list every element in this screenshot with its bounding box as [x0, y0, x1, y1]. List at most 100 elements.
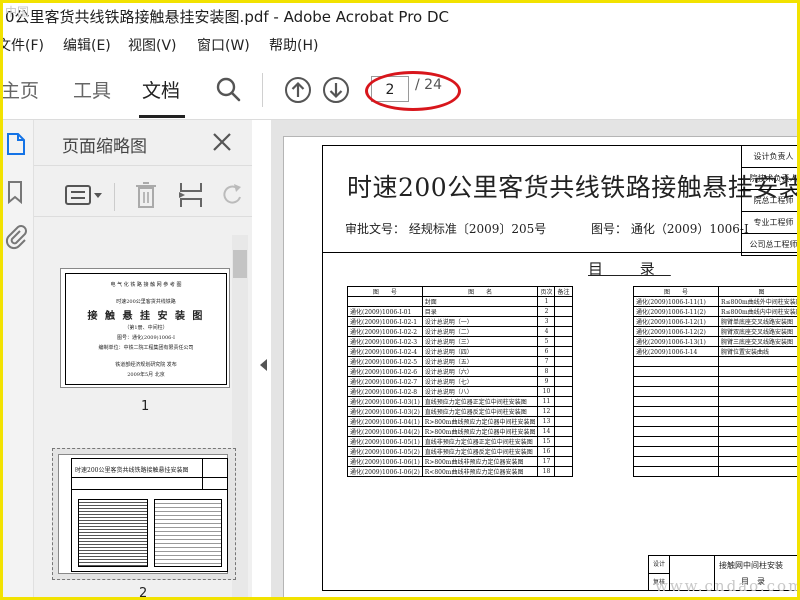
thumb1-line: 电 气 化 铁 路 接 触 网 参 考 图 — [110, 282, 182, 288]
table-cell: 通化(2009)1006-Ⅰ-02-8 — [347, 386, 423, 397]
table-cell: 腕臂三底座交叉线路安装图 — [718, 336, 797, 347]
doc-title: 时速200公里客货共线铁路接触悬挂安装图 — [347, 173, 800, 202]
watermark-left: 中国 — [5, 5, 30, 19]
table-row: 通化(2009)1006-Ⅰ-05(2) 直线非预应力定位器反定位中间柱安装图 16 — [347, 446, 573, 457]
table-cell — [718, 446, 797, 457]
table-cell — [554, 306, 573, 317]
window-title: 0公里客货共线铁路接触悬挂安装图.pdf - Adobe Acrobat Pro… — [5, 8, 450, 26]
table-cell: 通化(2009)1006-Ⅰ-02-5 — [347, 356, 423, 367]
table-cell: 通化(2009)1006-Ⅰ-12(1) — [632, 316, 720, 327]
table-row: 通化(2009)1006-Ⅰ-02-2 设计总说明（二） 4 — [347, 326, 573, 337]
title-block-title: 接触网中间柱安装 — [719, 561, 783, 570]
table-cell: 通化(2009)1006-Ⅰ-01 — [347, 306, 423, 317]
doc-approval-number: 审批文号： 经规标准〔2009〕205号 — [345, 222, 547, 236]
table-cell — [554, 326, 573, 337]
table-cell: 通化(2009)1006-Ⅰ-03(1) — [347, 396, 423, 407]
menu-edit[interactable]: 编辑(E) — [63, 33, 111, 59]
page-thumbnails-nav[interactable] — [6, 132, 26, 160]
table-cell: 7 — [537, 356, 556, 367]
header-divider — [323, 252, 797, 253]
options-menu-button[interactable] — [64, 182, 104, 214]
toc-table-right: 图 号 图 通化(2009)1006-Ⅰ-11(1) R≤800m曲线外中间柱安装… — [632, 286, 797, 477]
active-tab-indicator — [139, 115, 185, 118]
toc-heading: 目 录 — [588, 260, 671, 278]
table-cell — [554, 436, 573, 447]
table-cell — [554, 396, 573, 407]
menu-bar: 文件(F) 编辑(E) 视图(V) 窗口(W) 帮助(H) — [3, 33, 797, 59]
close-panel-button[interactable] — [212, 132, 232, 156]
table-cell: 2 — [537, 306, 556, 317]
table-cell: 15 — [537, 436, 556, 447]
table-cell: R>800m曲线预应力定位器中间柱安装图 — [421, 426, 539, 437]
table-cell: 13 — [537, 416, 556, 427]
bookmark-icon — [8, 181, 22, 205]
table-cell — [632, 376, 720, 387]
delete-pages-button[interactable] — [134, 181, 158, 213]
menu-window[interactable]: 窗口(W) — [197, 33, 250, 59]
search-button[interactable] — [214, 75, 242, 103]
table-cell: R≤800m曲线内中间柱安装图 — [718, 306, 797, 317]
table-row: 通化(2009)1006-Ⅰ-13(1) 腕臂三底座交叉线路安装图 — [632, 336, 797, 347]
table-cell: 直线非预应力定位器正定位中间柱安装图 — [421, 436, 539, 447]
delete-icon — [136, 182, 156, 208]
insert-page-button[interactable] — [178, 181, 204, 213]
rotate-page-button[interactable] — [220, 181, 246, 213]
table-cell — [632, 416, 720, 427]
table-cell — [718, 356, 797, 367]
bookmarks-nav[interactable] — [6, 180, 24, 208]
pdf-page: 时速200公里客货共线铁路接触悬挂安装图 审批文号： 经规标准〔2009〕205… — [283, 136, 800, 597]
table-row — [632, 416, 797, 427]
table-cell: 目录 — [421, 306, 539, 317]
table-row: 通化(2009)1006-Ⅰ-06(1) R>800m曲线非预应力定位器安装图 17 — [347, 456, 573, 467]
table-cell — [718, 386, 797, 397]
table-header-row: 图 号 图 名 页次 备注 — [347, 286, 573, 297]
thumbnail-scrollbar-handle[interactable] — [233, 250, 247, 278]
tab-home[interactable]: 主页 — [3, 76, 39, 103]
menu-file[interactable]: 文件(F) — [3, 33, 44, 59]
table-cell: 10 — [537, 386, 556, 397]
menu-view[interactable]: 视图(V) — [128, 33, 177, 59]
page-thumbnail-2[interactable]: 时速200公里客货共线铁路接触悬挂安装图 — [58, 454, 228, 574]
table-cell — [632, 356, 720, 367]
table-row — [632, 426, 797, 437]
table-row: 封面 1 — [347, 296, 573, 307]
table-row: 通化(2009)1006-Ⅰ-02-6 设计总说明（六） 8 — [347, 366, 573, 377]
signature-row: 设计负责人 — [741, 146, 797, 168]
table-cell: 通化(2009)1006-Ⅰ-14 — [632, 346, 720, 357]
table-row: 通化(2009)1006-Ⅰ-02-3 设计总说明（三） 5 — [347, 336, 573, 347]
thumb1-line: 编制单位：中铁二院工程集团有限责任公司 — [98, 345, 194, 351]
table-cell — [632, 396, 720, 407]
watermark: www.cndao.com — [655, 577, 800, 595]
next-page-button[interactable] — [321, 75, 351, 105]
tab-document[interactable]: 文档 — [142, 76, 180, 103]
table-row — [632, 386, 797, 397]
table-row — [632, 356, 797, 367]
page-thumbnail-1[interactable]: 电 气 化 铁 路 接 触 网 参 考 图 时速200公里客货共线铁路 接 触 … — [60, 268, 230, 388]
thumb1-line: 接 触 悬 挂 安 装 图 — [87, 311, 205, 322]
app-window: 0公里客货共线铁路接触悬挂安装图.pdf - Adobe Acrobat Pro… — [0, 0, 800, 600]
table-row: 通化(2009)1006-Ⅰ-03(2) 直线预应力定位器反定位中间柱安装图 12 — [347, 406, 573, 417]
search-icon — [216, 77, 241, 102]
table-row: 通化(2009)1006-Ⅰ-02-4 设计总说明（四） 6 — [347, 346, 573, 357]
table-cell: 通化(2009)1006-Ⅰ-02-3 — [347, 336, 423, 347]
table-cell — [718, 456, 797, 467]
table-cell: 设计总说明（一） — [421, 316, 539, 327]
tab-tools[interactable]: 工具 — [73, 76, 111, 103]
table-cell — [554, 356, 573, 367]
table-header-row: 图 号 图 — [632, 286, 797, 297]
prev-page-button[interactable] — [283, 75, 313, 105]
attachments-nav[interactable] — [5, 224, 27, 254]
table-cell: 腕臂位置安装曲线 — [718, 346, 797, 357]
table-cell: 直线预应力定位器正定位中间柱安装图 — [421, 396, 539, 407]
menu-help[interactable]: 帮助(H) — [269, 33, 318, 59]
collapse-panel-arrow[interactable] — [260, 359, 267, 371]
thumb1-line: 铁道部经济规划研究院 发布 — [115, 362, 177, 368]
table-cell: 通化(2009)1006-Ⅰ-05(1) — [347, 436, 423, 447]
table-cell: 通化(2009)1006-Ⅰ-05(2) — [347, 446, 423, 457]
drawing-frame: 时速200公里客货共线铁路接触悬挂安装图 审批文号： 经规标准〔2009〕205… — [322, 145, 800, 591]
table-cell — [347, 296, 423, 307]
table-cell — [718, 436, 797, 447]
table-cell — [632, 436, 720, 447]
table-header: 图 号 — [632, 286, 720, 297]
paperclip-icon — [5, 225, 27, 250]
